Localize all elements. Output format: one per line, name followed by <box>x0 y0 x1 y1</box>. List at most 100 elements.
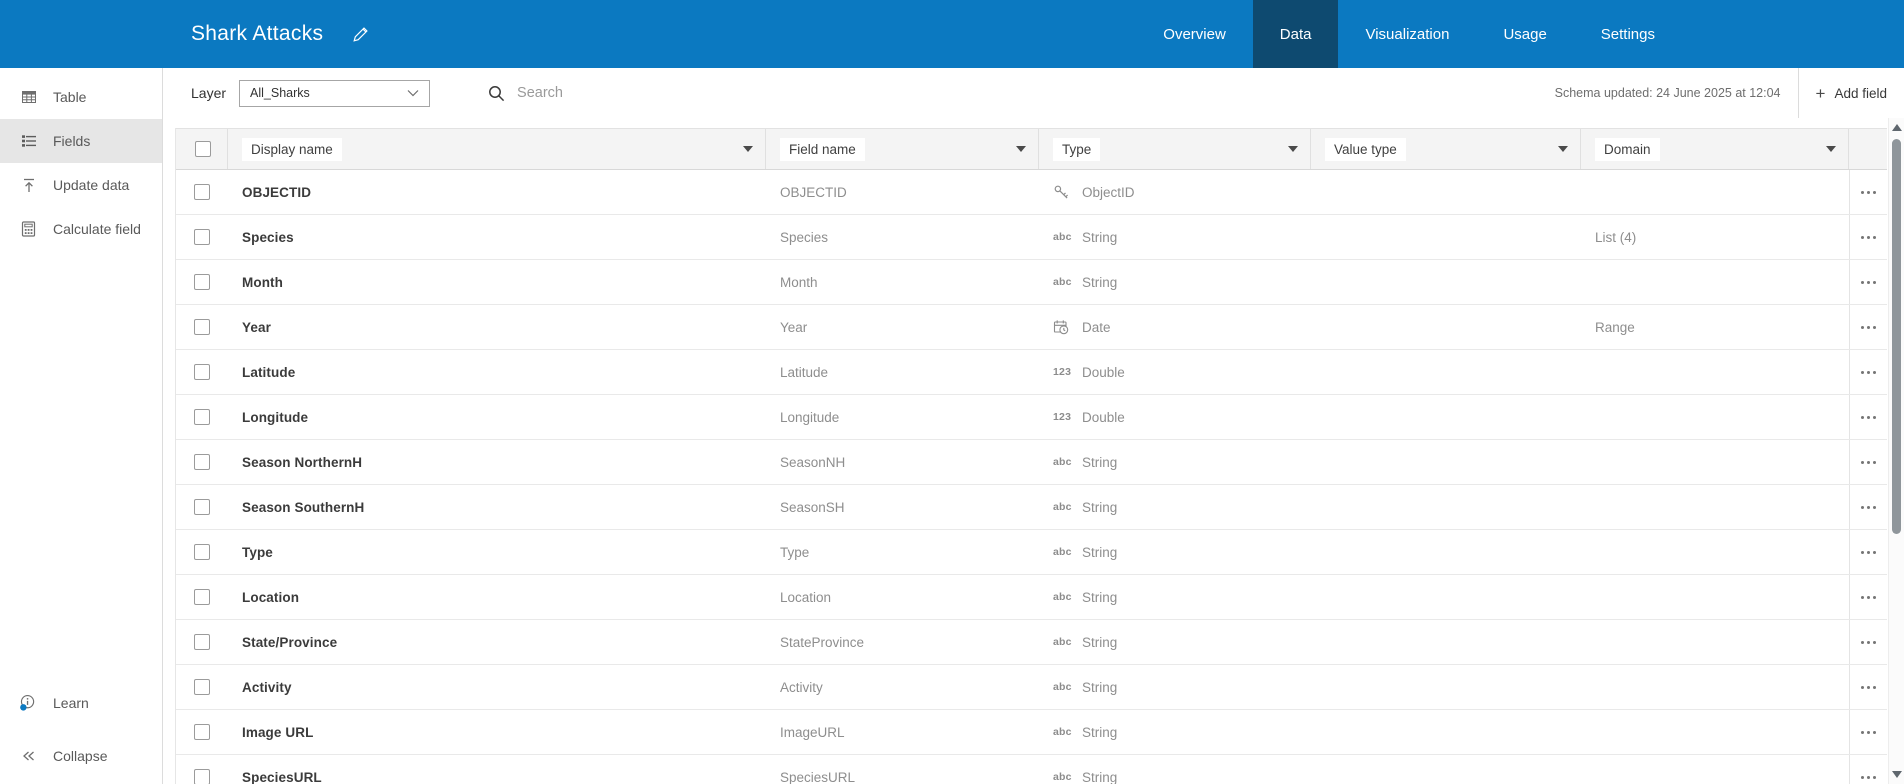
type-cell: ObjectID <box>1082 184 1135 200</box>
type-cell: String <box>1082 724 1118 740</box>
table-row: Species Species abc String List (4) <box>176 215 1887 260</box>
table-row: Latitude Latitude 123 Double <box>176 350 1887 395</box>
sidebar-item-update-data[interactable]: Update data <box>0 163 162 207</box>
number-type-icon: 123 <box>1053 411 1072 423</box>
row-actions-button[interactable] <box>1849 665 1887 709</box>
sidebar-item-learn[interactable]: Learn <box>0 681 162 725</box>
row-actions-button[interactable] <box>1849 755 1887 784</box>
sidebar-item-calculate-field[interactable]: Calculate field <box>0 207 162 251</box>
domain-cell: Range <box>1595 319 1635 335</box>
row-checkbox[interactable] <box>194 679 210 695</box>
row-actions-button[interactable] <box>1849 305 1887 349</box>
string-type-icon: abc <box>1053 726 1072 738</box>
display-name-cell: Season SouthernH <box>242 499 365 515</box>
tab-overview[interactable]: Overview <box>1136 0 1253 68</box>
row-checkbox[interactable] <box>194 364 210 380</box>
field-name-cell: Month <box>780 274 818 290</box>
display-name-cell: Type <box>242 544 273 560</box>
display-name-cell: Latitude <box>242 364 296 380</box>
table-row: Season SouthernH SeasonSH abc String <box>176 485 1887 530</box>
ellipsis-icon <box>1861 460 1876 464</box>
string-type-icon: abc <box>1053 276 1072 288</box>
table-row: SpeciesURL SpeciesURL abc String <box>176 755 1887 784</box>
row-checkbox[interactable] <box>194 544 210 560</box>
row-actions-button[interactable] <box>1849 530 1887 574</box>
column-header-type[interactable]: Type <box>1039 129 1311 169</box>
page-title: Shark Attacks <box>191 22 324 45</box>
search-input[interactable] <box>517 85 738 101</box>
row-checkbox[interactable] <box>194 499 210 515</box>
row-checkbox[interactable] <box>194 319 210 335</box>
scrollbar-thumb[interactable] <box>1892 139 1901 534</box>
row-checkbox[interactable] <box>194 409 210 425</box>
display-name-cell: Species <box>242 229 294 245</box>
row-checkbox[interactable] <box>194 724 210 740</box>
toolbar-divider <box>1797 68 1799 118</box>
row-checkbox[interactable] <box>194 229 210 245</box>
field-name-cell: StateProvince <box>780 634 865 650</box>
row-actions-button[interactable] <box>1849 215 1887 259</box>
table-row: Type Type abc String <box>176 530 1887 575</box>
scroll-up-arrow-icon[interactable] <box>1892 124 1902 131</box>
ellipsis-icon <box>1861 235 1876 239</box>
table-row: Season NorthernH SeasonNH abc String <box>176 440 1887 485</box>
tab-visualization[interactable]: Visualization <box>1338 0 1476 68</box>
row-checkbox[interactable] <box>194 769 210 784</box>
info-icon <box>19 693 38 713</box>
table-row: Image URL ImageURL abc String <box>176 710 1887 755</box>
field-name-cell: SeasonNH <box>780 454 846 470</box>
display-name-cell: Month <box>242 274 283 290</box>
row-checkbox[interactable] <box>194 454 210 470</box>
table-body: OBJECTID OBJECTID ObjectID Species Speci… <box>176 170 1887 784</box>
row-actions-button[interactable] <box>1849 485 1887 529</box>
sidebar-item-collapse[interactable]: Collapse <box>0 734 162 778</box>
table-row: Month Month abc String <box>176 260 1887 305</box>
main-nav: Overview Data Visualization Usage Settin… <box>1136 0 1682 68</box>
chevron-down-icon <box>1826 146 1836 152</box>
row-checkbox[interactable] <box>194 589 210 605</box>
type-cell: String <box>1082 679 1118 695</box>
row-actions-button[interactable] <box>1849 440 1887 484</box>
calculator-icon <box>19 220 38 238</box>
column-header-value-type[interactable]: Value type <box>1311 129 1581 169</box>
row-actions-button[interactable] <box>1849 620 1887 664</box>
select-all-checkbox[interactable] <box>194 141 211 157</box>
layer-select[interactable]: All_Sharks <box>239 79 431 107</box>
row-actions-button[interactable] <box>1849 575 1887 619</box>
display-name-cell: Location <box>242 589 300 605</box>
row-actions-button[interactable] <box>1849 260 1887 304</box>
row-checkbox[interactable] <box>194 184 210 200</box>
row-actions-button[interactable] <box>1849 170 1887 214</box>
fields-icon <box>19 132 38 150</box>
column-header-display-name[interactable]: Display name <box>228 129 766 169</box>
row-actions-button[interactable] <box>1849 395 1887 439</box>
display-name-cell: Season NorthernH <box>242 454 363 470</box>
field-name-cell: SpeciesURL <box>780 769 856 784</box>
pencil-icon <box>351 25 370 44</box>
row-actions-button[interactable] <box>1849 710 1887 754</box>
plus-icon: + <box>1815 83 1826 103</box>
row-checkbox[interactable] <box>194 274 210 290</box>
type-cell: String <box>1082 229 1118 245</box>
tab-settings[interactable]: Settings <box>1574 0 1682 68</box>
date-type-icon <box>1053 319 1075 336</box>
app-header: Shark Attacks Overview Data Visualizatio… <box>0 0 1904 68</box>
field-name-cell: SeasonSH <box>780 499 845 515</box>
toolbar: Layer All_Sharks Schema updated: 24 June… <box>163 68 1904 118</box>
row-actions-button[interactable] <box>1849 350 1887 394</box>
column-header-domain[interactable]: Domain <box>1581 129 1849 169</box>
type-cell: String <box>1082 274 1118 290</box>
row-checkbox[interactable] <box>194 634 210 650</box>
display-name-cell: Image URL <box>242 724 314 740</box>
tab-data[interactable]: Data <box>1252 0 1339 68</box>
edit-title-button[interactable] <box>351 25 370 44</box>
table-row: Longitude Longitude 123 Double <box>176 395 1887 440</box>
sidebar-item-table[interactable]: Table <box>0 75 162 119</box>
column-header-field-name[interactable]: Field name <box>766 129 1039 169</box>
scroll-down-arrow-icon[interactable] <box>1892 771 1902 778</box>
tab-usage[interactable]: Usage <box>1476 0 1573 68</box>
vertical-scrollbar[interactable] <box>1888 118 1904 784</box>
type-cell: Double <box>1082 409 1125 425</box>
sidebar-item-fields[interactable]: Fields <box>0 119 162 163</box>
add-field-button[interactable]: + Add field <box>1816 85 1887 102</box>
